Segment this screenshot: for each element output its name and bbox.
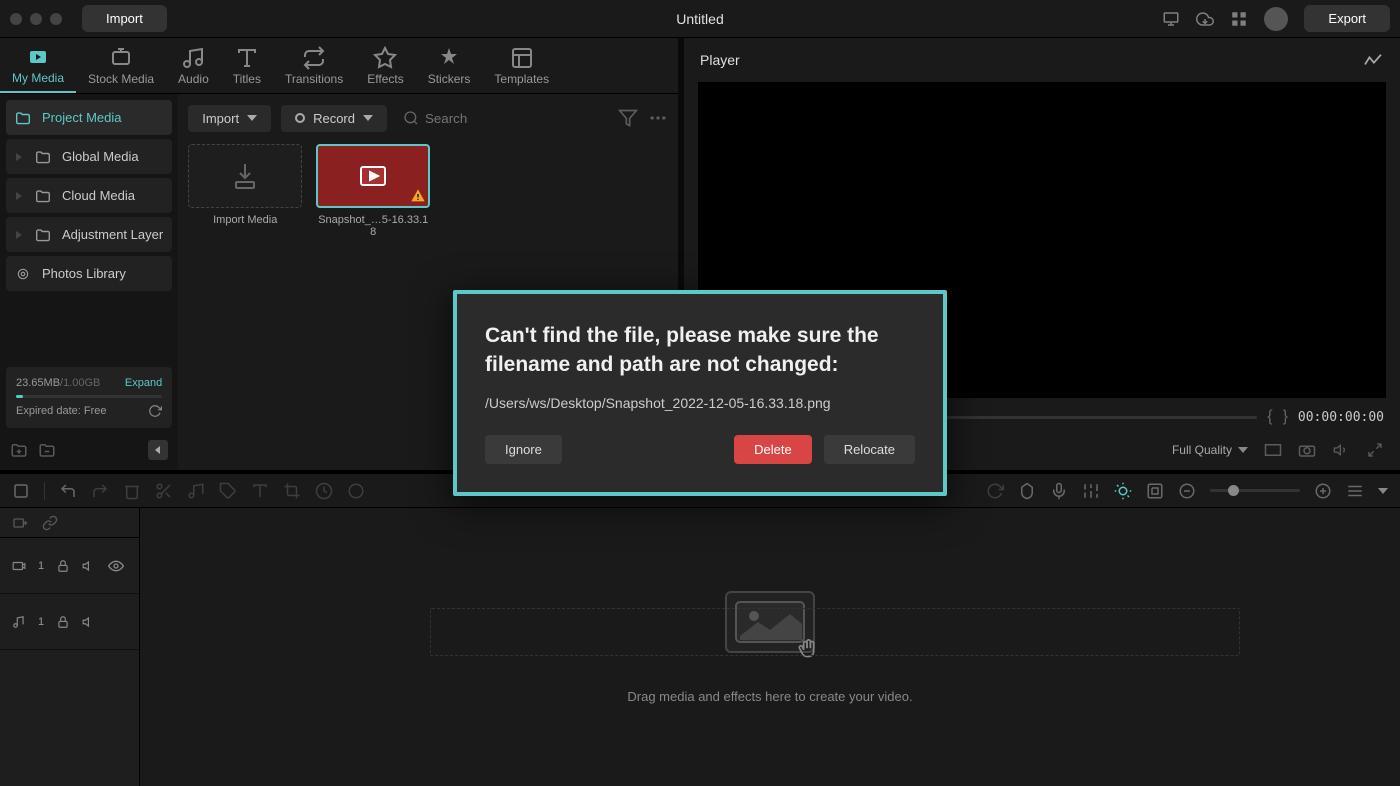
ignore-button[interactable]: Ignore (485, 435, 562, 464)
modal-overlay: Can't find the file, please make sure th… (0, 0, 1400, 786)
dialog-title: Can't find the file, please make sure th… (485, 322, 915, 379)
relocate-button[interactable]: Relocate (824, 435, 915, 464)
file-missing-dialog: Can't find the file, please make sure th… (453, 290, 947, 496)
delete-button[interactable]: Delete (734, 435, 812, 464)
dialog-file-path: /Users/ws/Desktop/Snapshot_2022-12-05-16… (485, 395, 915, 411)
